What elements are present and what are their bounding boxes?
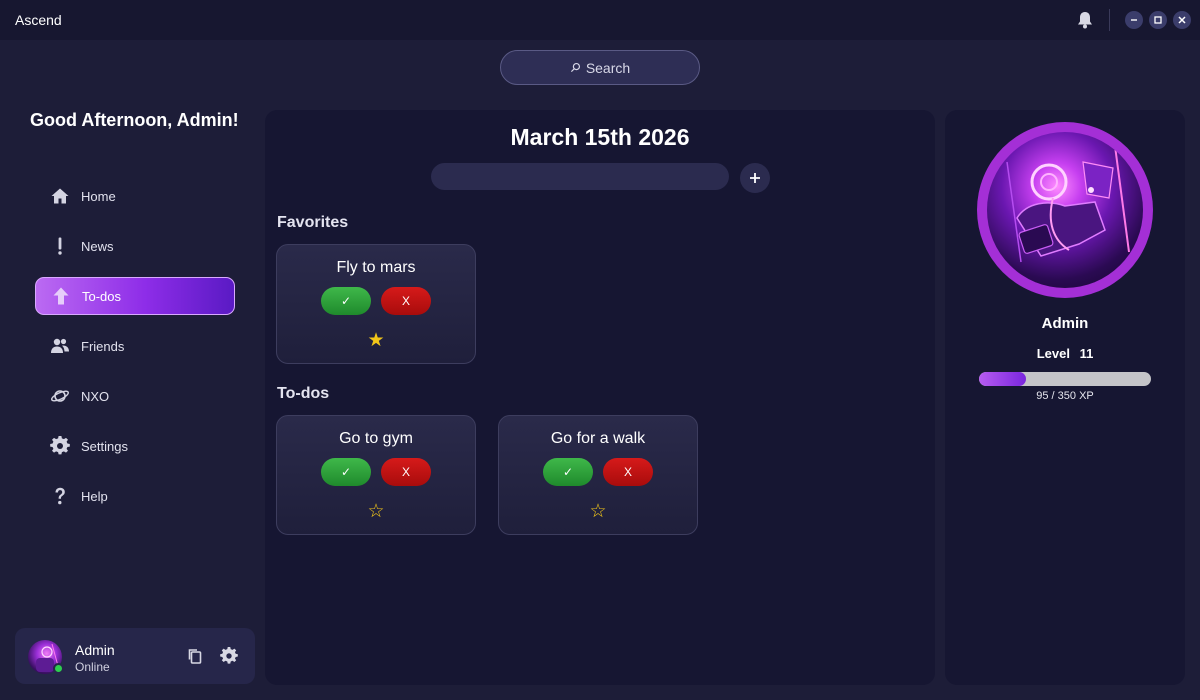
greeting: Good Afternoon, Admin!	[30, 110, 239, 130]
profile-image	[987, 132, 1143, 288]
home-icon	[49, 185, 71, 207]
new-todo-input[interactable]	[431, 163, 729, 190]
xp-text: 95 / 350 XP	[1036, 390, 1094, 402]
sidebar-item-label: To-dos	[82, 288, 122, 304]
sidebar-item-news[interactable]: News	[35, 227, 235, 265]
search-button[interactable]: Search	[500, 50, 700, 85]
friends-icon	[49, 335, 71, 357]
online-status-dot	[53, 663, 64, 674]
maximize-button[interactable]	[1149, 11, 1167, 29]
todo-title: Go to gym	[339, 430, 413, 447]
complete-button[interactable]: ✓	[321, 458, 371, 486]
gear-icon	[49, 435, 71, 457]
sidebar-item-label: NXO	[81, 388, 110, 404]
favorite-star-icon[interactable]: ★	[277, 331, 475, 351]
sidebar-item-label: Home	[81, 188, 116, 204]
complete-button[interactable]: ✓	[321, 287, 371, 315]
user-name: Admin	[75, 642, 115, 658]
title-bar: Ascend	[0, 0, 1200, 40]
sidebar-item-help[interactable]: Help	[35, 477, 235, 515]
profile-panel: Admin Level 11 95 / 350 XP	[945, 110, 1185, 685]
bell-icon[interactable]	[1075, 10, 1095, 30]
sidebar-item-friends[interactable]: Friends	[35, 327, 235, 365]
level-value: 11	[1079, 346, 1094, 361]
todos-panel: March 15th 2026 Favorites Fly to mars ✓ …	[265, 110, 935, 685]
delete-button[interactable]: X	[381, 458, 431, 486]
level-label: Level	[1036, 346, 1070, 361]
todo-card: Go to gym ✓ X ☆	[276, 415, 476, 535]
sidebar-item-settings[interactable]: Settings	[35, 427, 235, 465]
question-icon	[49, 485, 71, 507]
todos-heading: To-dos	[277, 385, 330, 402]
close-icon	[1178, 16, 1186, 24]
search-label: Search	[585, 59, 631, 76]
maximize-icon	[1154, 16, 1162, 24]
date-title: March 15th 2026	[510, 124, 690, 150]
favorites-heading: Favorites	[277, 214, 349, 231]
sidebar-item-label: Help	[81, 488, 108, 504]
close-button[interactable]	[1173, 11, 1191, 29]
minimize-icon	[1131, 19, 1137, 21]
profile-avatar[interactable]	[977, 122, 1153, 298]
user-card: Admin Online	[15, 628, 255, 684]
search-icon	[570, 62, 580, 73]
minimize-button[interactable]	[1125, 11, 1143, 29]
delete-button[interactable]: X	[381, 287, 431, 315]
sidebar-item-label: News	[81, 238, 114, 254]
sidebar-item-home[interactable]: Home	[35, 177, 235, 215]
xp-progress-fill	[979, 372, 1026, 386]
sidebar-item-to-dos[interactable]: To-dos	[35, 277, 235, 315]
favorite-star-icon[interactable]: ☆	[277, 502, 475, 522]
user-status: Online	[75, 660, 110, 674]
xp-progress-bar	[979, 372, 1151, 386]
arrow-up-icon	[50, 285, 72, 307]
add-todo-button[interactable]	[740, 163, 770, 193]
todo-card: Fly to mars ✓ X ★	[276, 244, 476, 364]
todo-card: Go for a walk ✓ X ☆	[498, 415, 698, 535]
profile-name: Admin	[1041, 315, 1089, 332]
exclamation-icon	[49, 235, 71, 257]
copy-icon[interactable]	[186, 647, 204, 665]
complete-button[interactable]: ✓	[543, 458, 593, 486]
sidebar-item-label: Friends	[81, 338, 125, 354]
plus-icon	[750, 173, 760, 183]
titlebar-divider	[1109, 9, 1110, 31]
delete-button[interactable]: X	[603, 458, 653, 486]
sidebar-item-nxo[interactable]: NXO	[35, 377, 235, 415]
sidebar-item-label: Settings	[81, 438, 128, 454]
level-row: Level 11	[945, 346, 1185, 361]
app-title: Ascend	[15, 12, 62, 28]
todo-title: Go for a walk	[550, 430, 646, 447]
favorite-star-icon[interactable]: ☆	[499, 502, 697, 522]
settings-gear-icon[interactable]	[220, 646, 238, 665]
planet-icon	[49, 385, 71, 407]
todo-title: Fly to mars	[336, 259, 416, 276]
